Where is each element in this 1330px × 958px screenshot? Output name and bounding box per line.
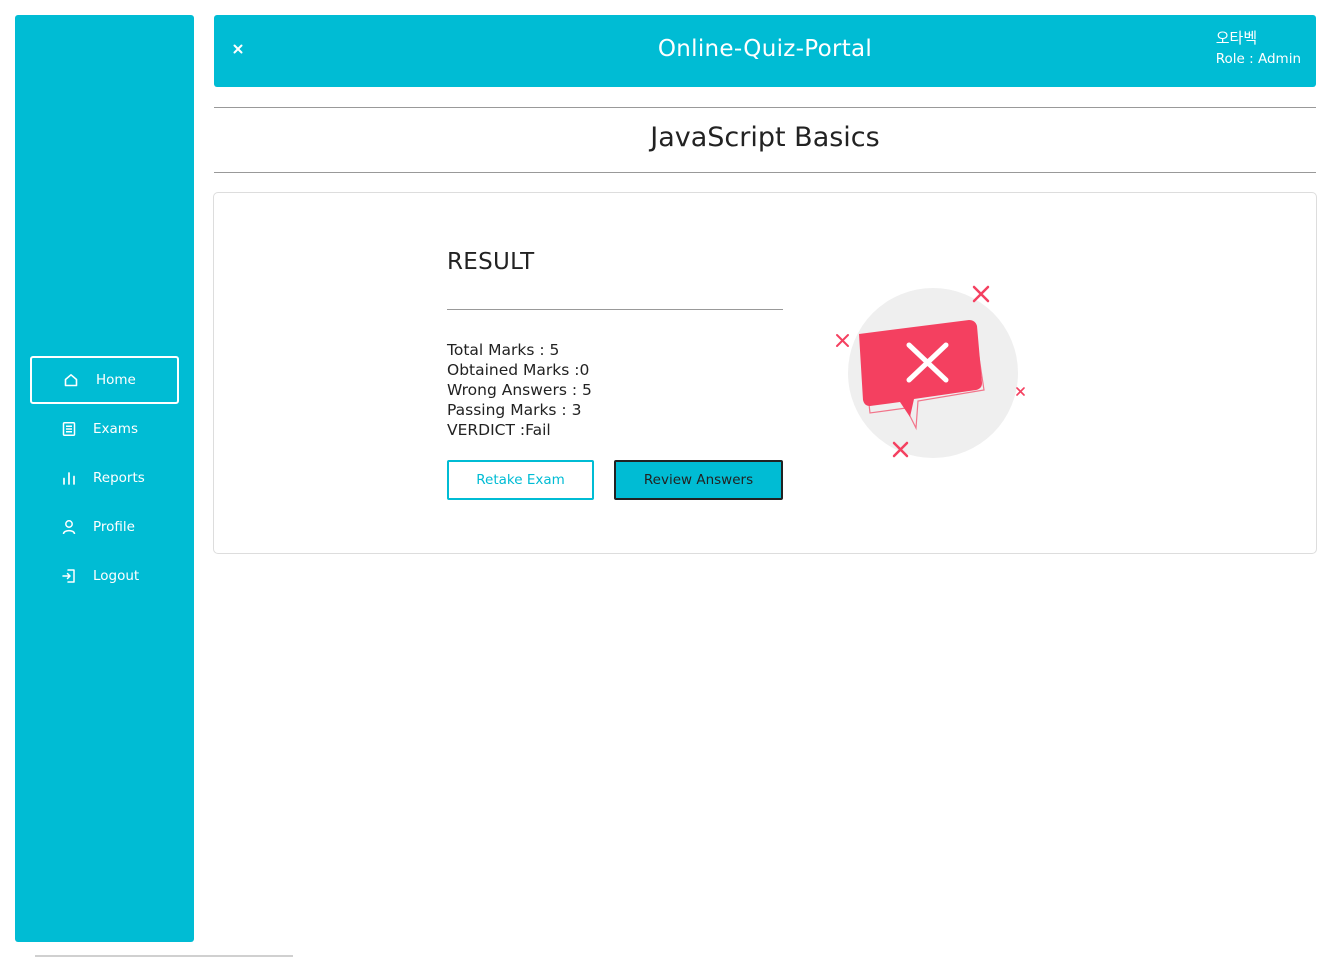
retake-exam-button[interactable]: Retake Exam xyxy=(447,460,594,500)
user-icon xyxy=(61,519,77,535)
scrollbar[interactable] xyxy=(35,955,293,957)
result-heading: RESULT xyxy=(447,249,535,275)
verdict: VERDICT :Fail xyxy=(447,421,551,439)
total-marks: Total Marks : 5 xyxy=(447,341,560,359)
user-role: Role : Admin xyxy=(1215,51,1301,67)
sidebar: Home Exams Reports Profile Logout xyxy=(15,15,194,942)
user-name: 오타벡 xyxy=(1215,29,1258,47)
obtained-marks: Obtained Marks :0 xyxy=(447,361,590,379)
sidebar-nav: Home Exams Reports Profile Logout xyxy=(30,356,179,603)
top-bar: Online-Quiz-Portal 오타벡 Role : Admin xyxy=(214,15,1316,87)
result-stats: Total Marks : 5 Obtained Marks :0 Wrong … xyxy=(447,340,592,440)
fail-message-icon xyxy=(834,283,1034,463)
page-title: JavaScript Basics xyxy=(650,122,880,153)
home-icon xyxy=(63,372,79,388)
sidebar-item-label: Logout xyxy=(93,568,140,584)
sidebar-item-exams[interactable]: Exams xyxy=(30,407,179,451)
logout-icon xyxy=(61,568,77,584)
sidebar-item-reports[interactable]: Reports xyxy=(30,456,179,500)
divider xyxy=(214,107,1316,108)
sidebar-item-logout[interactable]: Logout xyxy=(30,554,179,598)
sidebar-item-label: Reports xyxy=(93,470,145,486)
document-icon xyxy=(61,421,77,437)
sidebar-item-label: Home xyxy=(96,372,136,388)
app-title: Online-Quiz-Portal xyxy=(657,36,873,62)
divider xyxy=(447,309,783,310)
sidebar-item-label: Profile xyxy=(93,519,135,535)
wrong-answers: Wrong Answers : 5 xyxy=(447,381,592,399)
divider xyxy=(214,172,1316,173)
sidebar-item-label: Exams xyxy=(93,421,138,437)
sidebar-item-profile[interactable]: Profile xyxy=(30,505,179,549)
bar-chart-icon xyxy=(61,470,77,486)
sidebar-item-home[interactable]: Home xyxy=(30,356,179,404)
result-card: RESULT Total Marks : 5 Obtained Marks :0… xyxy=(213,192,1317,554)
passing-marks: Passing Marks : 3 xyxy=(447,401,582,419)
user-info: 오타벡 Role : Admin xyxy=(1216,28,1301,69)
review-answers-button[interactable]: Review Answers xyxy=(614,460,783,500)
